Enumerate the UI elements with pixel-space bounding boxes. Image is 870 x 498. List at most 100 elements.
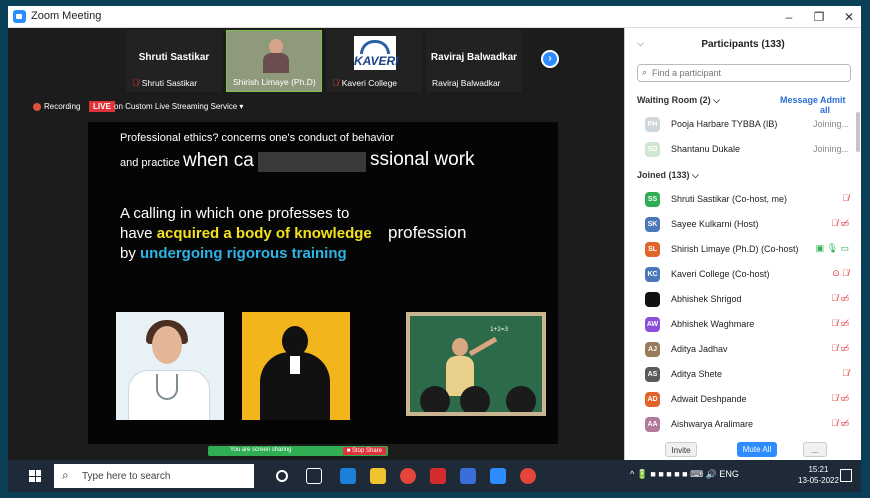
participant-row[interactable]: AS Aditya Shete 🎙̸ bbox=[637, 364, 855, 386]
waiting-room-label[interactable]: Waiting Room (2) ⌵ bbox=[637, 95, 720, 106]
participant-row[interactable]: SL Shirish Limaye (Ph.D) (Co-host) ▣ 🎙 ▭ bbox=[637, 239, 855, 261]
tile-name-label: 🎙̸ Kaveri College bbox=[332, 78, 398, 88]
taskbar-search-placeholder: Type here to search bbox=[82, 471, 171, 482]
participant-name: Abhishek Shrigod bbox=[671, 294, 742, 304]
video-tile-shruti[interactable]: Shruti Sastikar 🎙̸ Shruti Sastikar bbox=[126, 30, 222, 92]
photos-icon[interactable] bbox=[460, 468, 476, 484]
stop-share-button[interactable]: ■ Stop Share bbox=[342, 447, 386, 455]
tile-name-label: Shirish Limaye (Ph.D) bbox=[233, 77, 316, 87]
close-button[interactable]: ✕ bbox=[834, 8, 864, 26]
window-title: Zoom Meeting bbox=[31, 10, 102, 22]
sharing-status-text: You are screen sharing bbox=[230, 447, 292, 453]
participant-media-icons: 🎙̸ ▭̸ bbox=[831, 393, 849, 403]
message-button[interactable]: Message bbox=[780, 95, 818, 105]
taskbar-clock[interactable]: 15:21 13-05-2022 bbox=[798, 464, 839, 486]
participant-row[interactable]: AA Aishwarya Aralimare 🎙̸ ▭̸ bbox=[637, 414, 855, 436]
tile-name-label: 🎙̸ Shruti Sastikar bbox=[132, 78, 198, 88]
participant-media-icons: 🎙̸ bbox=[842, 368, 849, 378]
edge-icon[interactable] bbox=[340, 468, 356, 484]
participant-media-icons: ⊙ 🎙̸ bbox=[832, 268, 849, 278]
participant-row[interactable]: AD Adwait Deshpande 🎙̸ ▭̸ bbox=[637, 389, 855, 411]
participant-name: Shruti Sastikar (Co-host, me) bbox=[671, 194, 788, 204]
slide-profession-word: profession bbox=[388, 223, 467, 242]
video-tile-kaveri[interactable]: KAVERI 🎙̸ Kaveri College bbox=[326, 30, 422, 92]
participant-media-icons: ▣ 🎙 ▭ bbox=[815, 243, 849, 253]
system-tray[interactable]: ^ 🔋 ■ ■ ■ ■ ■ ⌨ 🔊 ENG bbox=[630, 469, 739, 480]
more-options-button[interactable]: ... bbox=[803, 442, 827, 457]
zoom-window: Zoom Meeting – ❐ ✕ Shruti Sastikar 🎙̸ Shr… bbox=[8, 6, 861, 492]
avatar: AA bbox=[645, 417, 660, 432]
windows-taskbar: ⌕ Type here to search ^ 🔋 ■ ■ ■ ■ ■ ⌨ 🔊 … bbox=[8, 460, 861, 492]
participant-row[interactable]: Abhishek Shrigod 🎙̸ ▭̸ bbox=[637, 289, 855, 311]
participant-row[interactable]: KC Kaveri College (Co-host) ⊙ 🎙̸ bbox=[637, 264, 855, 286]
avatar: AS bbox=[645, 367, 660, 382]
doctor-image bbox=[116, 312, 224, 420]
meeting-stage: Shruti Sastikar 🎙̸ Shruti Sastikar Shiris… bbox=[8, 28, 624, 460]
file-explorer-icon[interactable] bbox=[370, 468, 386, 484]
screen-sharing-bar: You are screen sharing ■ Stop Share bbox=[208, 446, 388, 456]
participant-search[interactable]: ⌕ bbox=[637, 64, 851, 82]
video-thumbnail-strip: Shruti Sastikar 🎙̸ Shruti Sastikar Shiris… bbox=[8, 28, 624, 94]
participant-row[interactable]: SK Sayee Kulkarni (Host) 🎙̸ ▭̸ bbox=[637, 214, 855, 236]
participants-title: Participants (133) bbox=[701, 39, 785, 50]
participant-name: Abhishek Waghmare bbox=[671, 319, 755, 329]
video-tile-raviraj[interactable]: Raviraj Balwadkar Raviraj Balwadkar bbox=[426, 30, 522, 92]
zoom-app-icon bbox=[13, 10, 26, 23]
panel-scrollbar[interactable] bbox=[856, 112, 860, 152]
participant-row[interactable]: SS Shruti Sastikar (Co-host, me) 🎙̸ bbox=[637, 189, 855, 211]
tile-name-label: Raviraj Balwadkar bbox=[432, 78, 501, 88]
zoom-taskbar-icon[interactable] bbox=[490, 468, 506, 484]
avatar: PH bbox=[645, 117, 660, 132]
joined-label[interactable]: Joined (133) ⌵ bbox=[637, 170, 699, 181]
waiting-participant-row[interactable]: PH Pooja Harbare TYBBA (IB) Joining... bbox=[637, 114, 855, 136]
shared-screen-slide: Professional ethics? concerns one's cond… bbox=[88, 122, 558, 444]
participant-name: Aditya Shete bbox=[671, 369, 723, 379]
kaveri-logo: KAVERI bbox=[354, 36, 398, 70]
waiting-participant-row[interactable]: SD Shantanu Dukale Joining... bbox=[637, 139, 855, 161]
recording-icon bbox=[33, 103, 41, 111]
next-page-chevron-icon[interactable]: › bbox=[541, 50, 559, 68]
minimize-button[interactable]: – bbox=[774, 8, 804, 26]
mute-all-button[interactable]: Mute All bbox=[737, 442, 777, 457]
participant-search-input[interactable] bbox=[652, 67, 842, 79]
cortana-icon[interactable] bbox=[276, 470, 288, 482]
invite-button[interactable]: Invite bbox=[665, 442, 697, 457]
notification-icon[interactable] bbox=[840, 469, 852, 482]
avatar: SL bbox=[645, 242, 660, 257]
task-view-icon[interactable] bbox=[306, 468, 322, 484]
panel-footer: Invite Mute All ... bbox=[625, 440, 861, 460]
live-badge[interactable]: LIVE bbox=[89, 101, 115, 112]
restore-button[interactable]: ❐ bbox=[804, 8, 834, 26]
tile-display-name: Shruti Sastikar bbox=[138, 52, 210, 63]
avatar: SS bbox=[645, 192, 660, 207]
search-icon: ⌕ bbox=[62, 468, 69, 482]
avatar bbox=[645, 292, 660, 307]
live-stream-dropdown[interactable]: on Custom Live Streaming Service ▾ bbox=[114, 102, 243, 111]
video-tile-shirish[interactable]: Shirish Limaye (Ph.D) bbox=[226, 30, 322, 92]
taskbar-search[interactable]: ⌕ Type here to search bbox=[54, 464, 254, 488]
participants-panel: ⌵ Participants (133) ⌕ Waiting Room (2) … bbox=[624, 28, 861, 460]
avatar: AD bbox=[645, 392, 660, 407]
avatar: SD bbox=[645, 142, 660, 157]
recording-label: Recording bbox=[44, 102, 81, 111]
avatar: AJ bbox=[645, 342, 660, 357]
participant-status: Joining... bbox=[812, 144, 849, 154]
participant-name: Kaveri College (Co-host) bbox=[671, 269, 770, 279]
lawyer-image bbox=[242, 312, 350, 420]
windows-start-icon[interactable] bbox=[29, 470, 41, 482]
participant-name: Shirish Limaye (Ph.D) (Co-host) bbox=[671, 244, 799, 254]
participant-name: Aishwarya Aralimare bbox=[671, 419, 754, 429]
mic-muted-icon: 🎙̸ bbox=[332, 78, 339, 88]
participant-row[interactable]: AW Abhishek Waghmare 🎙̸ ▭̸ bbox=[637, 314, 855, 336]
acrobat-icon[interactable] bbox=[430, 468, 446, 484]
participant-media-icons: 🎙̸ ▭̸ bbox=[831, 418, 849, 428]
participant-name: Pooja Harbare TYBBA (IB) bbox=[671, 119, 778, 129]
participant-row[interactable]: AJ Aditya Jadhav 🎙̸ ▭̸ bbox=[637, 339, 855, 361]
avatar: AW bbox=[645, 317, 660, 332]
admit-all-button[interactable]: Admit all bbox=[820, 95, 855, 115]
chrome-second-icon[interactable] bbox=[520, 468, 536, 484]
slide-line-1: Professional ethics? concerns one's cond… bbox=[120, 132, 395, 144]
avatar: KC bbox=[645, 267, 660, 282]
title-bar: Zoom Meeting – ❐ ✕ bbox=[8, 6, 861, 28]
chrome-icon[interactable] bbox=[400, 468, 416, 484]
